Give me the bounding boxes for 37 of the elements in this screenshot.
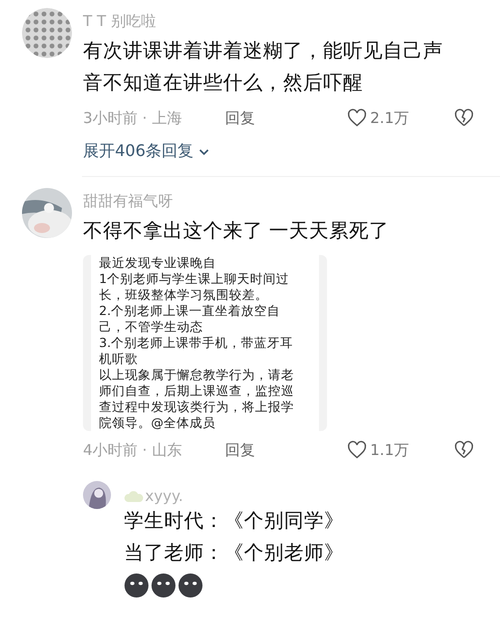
- username: 甜甜有福气呀: [83, 192, 174, 211]
- expand-replies-link[interactable]: 展开406条回复: [83, 141, 210, 162]
- screenshot-text-line: 院领导。@全体成员: [99, 415, 216, 431]
- screenshot-text-line: 长，班级整体学习氛围较差。: [99, 287, 269, 303]
- reply-text: 学生时代：《个别同学》: [124, 508, 344, 534]
- avatar[interactable]: [22, 8, 72, 58]
- like-button[interactable]: 1.1万: [347, 440, 409, 460]
- screenshot-text-line: 查过程中发现该类行为，将上报学: [99, 399, 295, 415]
- comment-text: 不得不拿出这个来了 一天天累死了: [83, 218, 390, 244]
- heart-icon: [347, 440, 368, 460]
- blob-face-icon: [178, 573, 203, 598]
- screenshot-text-line: 3.个别老师上课带手机，带蓝牙耳: [99, 335, 294, 351]
- broken-heart-icon[interactable]: [454, 440, 474, 460]
- like-button[interactable]: 2.1万: [347, 108, 409, 128]
- username: T T 别吃啦: [83, 12, 157, 31]
- screenshot-text-line: 1个别老师与学生课上聊天时间过: [99, 271, 290, 287]
- avatar[interactable]: [22, 188, 72, 238]
- screenshot-text-line: 2.个别老师上课一直坐着放空自: [99, 303, 281, 319]
- username: xyyy.: [145, 487, 184, 505]
- blob-face-icon: [124, 573, 149, 598]
- time-location: 4小时前 · 山东: [83, 440, 183, 460]
- screenshot-text-line: 机听歌: [99, 351, 139, 367]
- blob-face-icon: [151, 573, 176, 598]
- screenshot-text-line: 以上现象属于懈怠教学行为，请老: [99, 367, 295, 383]
- reply-link[interactable]: 回复: [225, 440, 255, 460]
- screenshot-text-line: 己，不管学生动态: [99, 319, 204, 335]
- broken-heart-icon[interactable]: [454, 108, 474, 128]
- comment-text: 有次讲课讲着讲着迷糊了，能听见自己声音不知道在讲些什么，然后吓醒: [83, 38, 444, 96]
- screenshot-text-line: 师们自查，后期上课巡查，监控巡: [99, 383, 295, 399]
- heart-icon: [347, 108, 368, 128]
- reply-text: 当了老师：《个别老师》: [124, 540, 344, 566]
- reply-link[interactable]: 回复: [225, 108, 255, 128]
- avatar[interactable]: [83, 481, 111, 509]
- time-location: 3小时前 · 上海: [83, 108, 183, 128]
- attached-screenshot[interactable]: 最近发现专业课晚自 1个别老师与学生课上聊天时间过 长，班级整体学习氛围较差。 2.个别老师上课一直坐着放空自 己，不管学生动态 3.个别老师上课带手机，带蓝牙耳 机听歌 以上现象属于懈怠教学行为，请老 师们自查，后期上课巡查，监控巡 查过程中发现该类行为，将上报学 院领导。@全体成员: [83, 255, 327, 431]
- cloud-icon: [124, 489, 144, 503]
- screenshot-text-line: 最近发现专业课晚自: [99, 255, 217, 271]
